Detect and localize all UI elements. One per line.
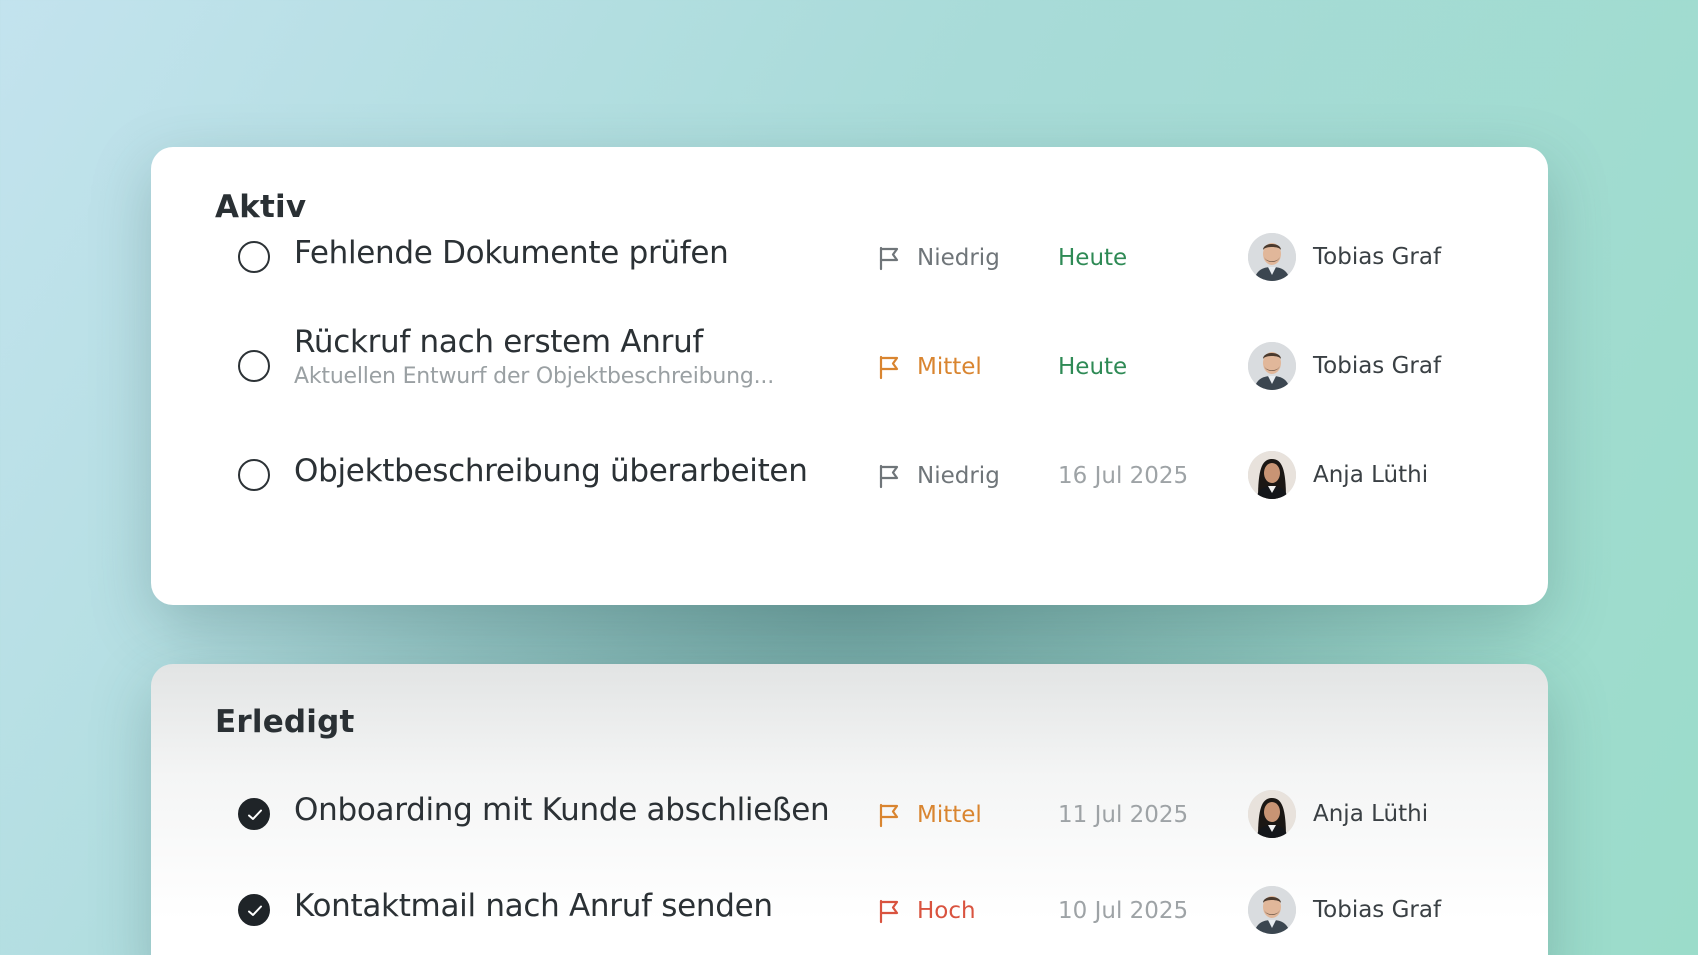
avatar-man-icon — [1248, 342, 1296, 390]
assignee-name: Anja Lüthi — [1313, 801, 1429, 827]
due-date[interactable]: 11 Jul 2025 — [1058, 802, 1188, 828]
flag-icon — [876, 354, 917, 380]
priority-selector[interactable]: Niedrig — [876, 243, 1000, 273]
assignee[interactable]: Anja Lüthi — [1248, 451, 1428, 499]
task-checkbox-checked[interactable] — [238, 798, 270, 830]
assignee-name: Anja Lüthi — [1313, 462, 1429, 488]
flag-icon — [876, 463, 917, 489]
task-title[interactable]: Objektbeschreibung überarbeiten — [294, 453, 808, 489]
checkmark-icon — [248, 809, 262, 820]
section-title-done: Erledigt — [215, 704, 355, 740]
assignee-name: Tobias Graf — [1313, 897, 1442, 923]
assignee[interactable]: Tobias Graf — [1248, 886, 1441, 934]
section-title-active: Aktiv — [215, 189, 307, 225]
task-title[interactable]: Fehlende Dokumente prüfen — [294, 235, 729, 271]
task-checkbox[interactable] — [238, 241, 270, 273]
active-section: Aktiv Fehlende Dokumente prüfen Niedrig He… — [151, 147, 1548, 605]
due-date[interactable]: Heute — [1058, 354, 1127, 380]
task-title[interactable]: Rückruf nach erstem Anruf — [294, 324, 703, 360]
priority-selector[interactable]: Mittel — [876, 800, 982, 830]
due-date[interactable]: 10 Jul 2025 — [1058, 898, 1188, 924]
priority-selector[interactable]: Mittel — [876, 352, 982, 382]
task-row[interactable]: Onboarding mit Kunde abschließen Mittel 11… — [151, 778, 1548, 848]
priority-label: Mittel — [917, 802, 982, 828]
task-title[interactable]: Onboarding mit Kunde abschließen — [294, 792, 830, 828]
flag-icon — [876, 245, 917, 271]
task-row[interactable]: Rückruf nach erstem Anruf Aktuellen Entwu… — [151, 324, 1548, 400]
flag-icon — [876, 898, 917, 924]
task-checkbox[interactable] — [238, 459, 270, 491]
avatar-man-icon — [1248, 886, 1296, 934]
priority-label: Mittel — [917, 354, 982, 380]
task-description: Aktuellen Entwurf der Objektbeschreibung… — [294, 364, 775, 389]
due-date[interactable]: Heute — [1058, 245, 1127, 271]
assignee-name: Tobias Graf — [1313, 244, 1442, 270]
avatar-man-icon — [1248, 233, 1296, 281]
priority-label: Niedrig — [917, 463, 1000, 489]
checkmark-icon — [248, 905, 262, 916]
priority-label: Niedrig — [917, 245, 1000, 271]
task-checkbox-checked[interactable] — [238, 894, 270, 926]
task-title[interactable]: Kontaktmail nach Anruf senden — [294, 888, 773, 924]
assignee[interactable]: Anja Lüthi — [1248, 790, 1428, 838]
task-row[interactable]: Kontaktmail nach Anruf senden Hoch 10 Jul … — [151, 874, 1548, 944]
done-section: Erledigt Onboarding mit Kunde abschließe… — [151, 664, 1548, 955]
due-date[interactable]: 16 Jul 2025 — [1058, 463, 1188, 489]
priority-selector[interactable]: Niedrig — [876, 461, 1000, 491]
assignee-name: Tobias Graf — [1313, 353, 1442, 379]
task-row[interactable]: Fehlende Dokumente prüfen Niedrig Heute Tob… — [151, 221, 1548, 291]
priority-label: Hoch — [917, 898, 976, 924]
assignee[interactable]: Tobias Graf — [1248, 342, 1441, 390]
avatar-woman-icon — [1248, 451, 1296, 499]
task-checkbox[interactable] — [238, 350, 270, 382]
priority-selector[interactable]: Hoch — [876, 896, 976, 926]
assignee[interactable]: Tobias Graf — [1248, 233, 1441, 281]
flag-icon — [876, 802, 917, 828]
avatar-woman-icon — [1248, 790, 1296, 838]
task-row[interactable]: Objektbeschreibung überarbeiten Niedrig 16… — [151, 439, 1548, 509]
